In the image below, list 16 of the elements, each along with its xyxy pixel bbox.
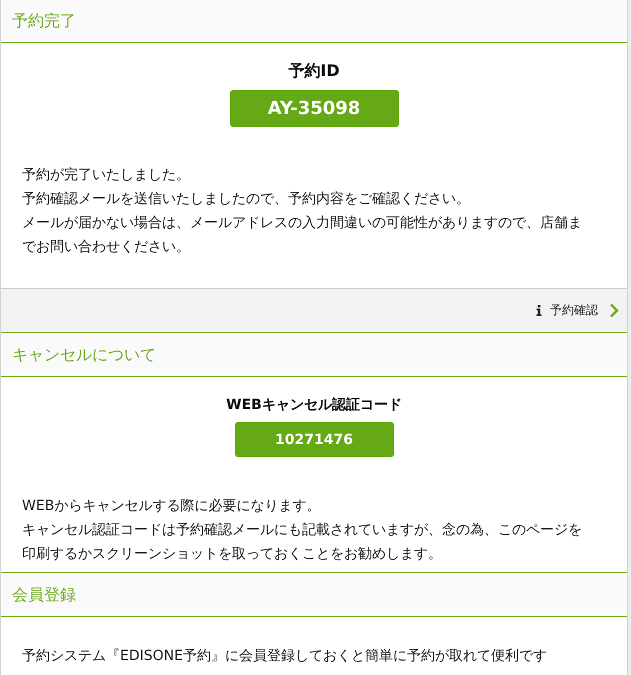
message-text: メールが届かない場合は、メールアドレスの入力間違いの可能性がありますので、店舗までお問い合わせください。	[22, 214, 583, 257]
section-title: 予約完了	[12, 11, 76, 31]
info-icon	[536, 305, 542, 316]
message-text: WEBからキャンセルする際に必要になります。	[22, 497, 322, 516]
message-text: 予約が完了いたしました。	[22, 166, 191, 185]
reservation-confirm-link[interactable]: 予約確認	[536, 302, 619, 319]
message-text: 予約確認メールを送信いたしましたので、予約内容をご確認ください。	[22, 190, 471, 209]
message-text: キャンセル認証コードは予約確認メールにも記載されていますが、念の為、このページを印刷するかスクリーンショットを取っておくことをお勧めします。	[22, 521, 583, 564]
chevron-right-icon	[609, 303, 619, 318]
section-title: 会員登録	[12, 584, 76, 604]
reservation-id-code: AY-35098	[230, 90, 398, 127]
message-text: 予約システム『EDISONE予約』に会員登録しておくと簡単に予約が取れて便利です	[22, 647, 548, 666]
reservation-id-label: 予約ID	[288, 60, 340, 82]
cancel-code: 10271476	[234, 422, 394, 457]
section-title: キャンセルについて	[12, 344, 156, 364]
cancel-code-label: WEBキャンセル認証コード	[226, 396, 402, 415]
